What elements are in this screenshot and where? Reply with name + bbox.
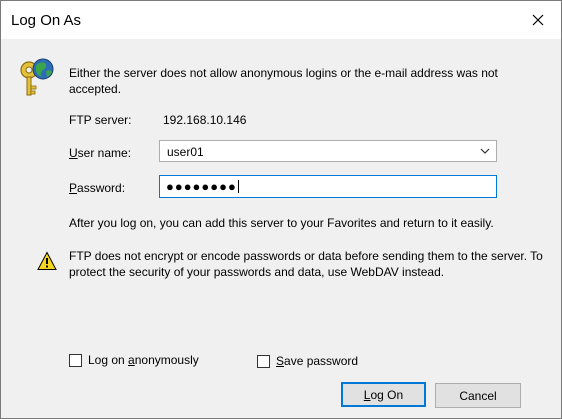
chevron-down-icon[interactable] bbox=[480, 146, 490, 156]
username-label: User name: bbox=[69, 146, 131, 160]
password-masked-value: ●●●●●●●● bbox=[166, 179, 239, 194]
server-value: 192.168.10.146 bbox=[163, 113, 247, 127]
close-icon bbox=[532, 14, 544, 26]
log-on-button-label: Log On bbox=[364, 388, 403, 402]
text-caret bbox=[237, 180, 239, 193]
window-title: Log On As bbox=[11, 12, 82, 29]
anonymous-label-pre: Log on bbox=[88, 353, 129, 367]
anonymous-label-mnemonic: a bbox=[128, 353, 135, 367]
logon-dialog: Log On As Either the server does not all… bbox=[0, 0, 562, 419]
log-on-button[interactable]: Log On bbox=[341, 382, 426, 407]
title-bar[interactable]: Log On As bbox=[1, 1, 561, 39]
password-label-rest: assword: bbox=[77, 181, 126, 195]
anonymous-label: Log on anonymously bbox=[88, 353, 199, 367]
warning-icon bbox=[37, 251, 57, 270]
security-warning-text: FTP does not encrypt or encode passwords… bbox=[69, 249, 543, 279]
cancel-button[interactable]: Cancel bbox=[435, 383, 521, 408]
favorites-info-text: After you log on, you can add this serve… bbox=[69, 216, 494, 230]
username-label-mnemonic: U bbox=[69, 146, 78, 160]
cancel-button-label: Cancel bbox=[459, 388, 497, 403]
password-label: Password: bbox=[69, 181, 125, 195]
save-password-option[interactable]: Save password bbox=[257, 354, 358, 368]
username-value: user01 bbox=[167, 145, 204, 159]
username-label-rest: ser name: bbox=[77, 146, 132, 160]
anonymous-option[interactable]: Log on anonymously bbox=[69, 353, 199, 367]
anonymous-checkbox[interactable] bbox=[69, 353, 82, 367]
key-globe-icon bbox=[20, 58, 54, 96]
anonymous-label-post: nonymously bbox=[134, 353, 199, 367]
log-on-label-rest: og On bbox=[370, 387, 404, 402]
save-password-label-mnemonic: S bbox=[276, 354, 285, 368]
message-text: Either the server does not allow anonymo… bbox=[69, 66, 498, 96]
close-button[interactable] bbox=[515, 1, 561, 39]
password-dots: ●●●●●●●● bbox=[166, 179, 237, 194]
username-combobox[interactable]: user01 bbox=[159, 140, 497, 162]
password-label-mnemonic: P bbox=[69, 181, 78, 195]
save-password-label: Save password bbox=[276, 354, 358, 368]
save-password-label-post: ave password bbox=[284, 354, 359, 368]
password-input[interactable]: ●●●●●●●● bbox=[159, 175, 497, 198]
server-label: FTP server: bbox=[69, 113, 132, 127]
save-password-checkbox[interactable] bbox=[257, 354, 270, 368]
